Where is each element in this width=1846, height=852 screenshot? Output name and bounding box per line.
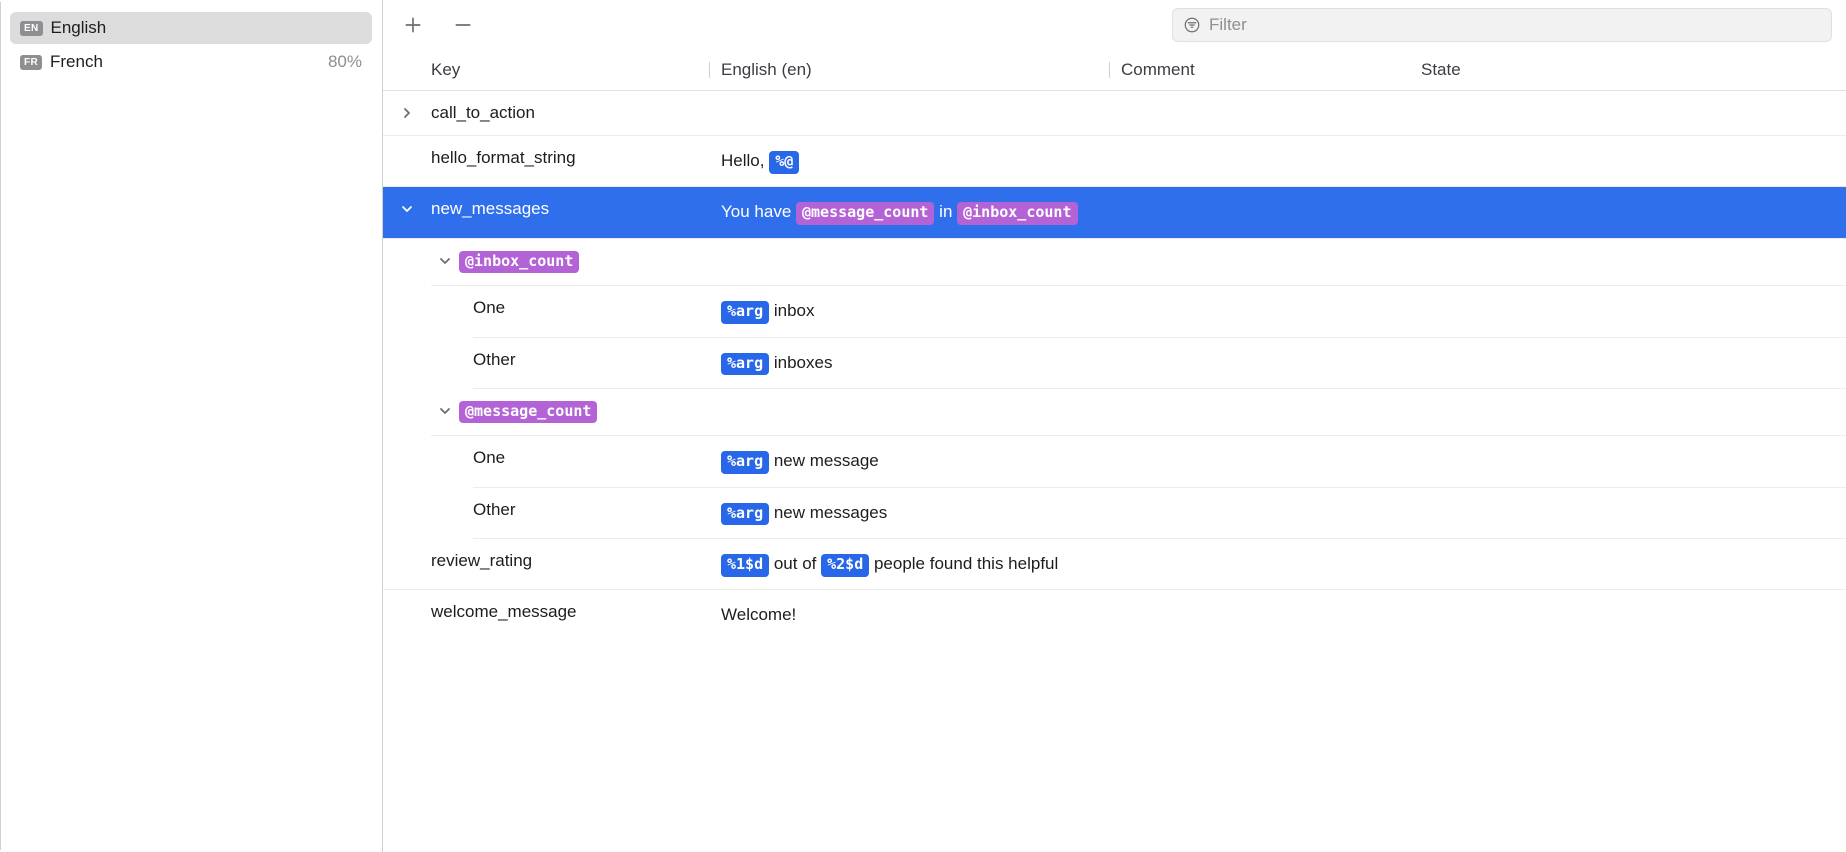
- row-inbox-count-group[interactable]: @inbox_count: [431, 239, 1846, 287]
- row-inbox-one[interactable]: One %arg inbox: [473, 286, 1846, 337]
- col-header-comment[interactable]: Comment: [1109, 60, 1409, 80]
- language-sidebar: EN English FR French 80%: [0, 0, 383, 852]
- key-cell: One: [473, 298, 709, 318]
- row-welcome-message[interactable]: welcome_message Welcome!: [383, 590, 1846, 640]
- variable-token: @message_count: [796, 202, 934, 225]
- chevron-down-icon: [439, 405, 451, 417]
- format-token: %2$d: [821, 554, 869, 577]
- filter-icon: [1183, 16, 1201, 34]
- lang-name: English: [51, 18, 363, 38]
- format-token: %arg: [721, 451, 769, 474]
- format-token: %@: [769, 151, 799, 174]
- value-cell: %arg inbox: [709, 298, 1109, 324]
- col-header-key[interactable]: Key: [431, 60, 709, 80]
- variable-token: @inbox_count: [957, 202, 1077, 225]
- plus-icon: [403, 15, 423, 35]
- col-header-english[interactable]: English (en): [709, 60, 1109, 80]
- chevron-down-icon: [401, 203, 413, 215]
- filter-box[interactable]: [1172, 8, 1832, 42]
- value-cell: %1$d out of %2$d people found this helpf…: [709, 551, 1109, 577]
- value-cell: %arg new message: [709, 448, 1109, 474]
- lang-badge: EN: [20, 21, 43, 36]
- row-hello-format-string[interactable]: hello_format_string Hello, %@: [383, 136, 1846, 187]
- main-panel: Key English (en) Comment State call_to_a…: [383, 0, 1846, 852]
- key-cell: One: [473, 448, 709, 468]
- minus-icon: [453, 15, 473, 35]
- row-message-one[interactable]: One %arg new message: [473, 436, 1846, 487]
- value-cell: Welcome!: [709, 602, 1109, 628]
- key-cell: Other: [473, 500, 709, 520]
- row-message-count-group[interactable]: @message_count: [431, 389, 1846, 437]
- lang-progress: 80%: [328, 52, 362, 72]
- col-header-state[interactable]: State: [1409, 60, 1846, 80]
- key-cell: hello_format_string: [431, 148, 709, 168]
- row-review-rating[interactable]: review_rating %1$d out of %2$d people fo…: [383, 539, 1846, 590]
- filter-input[interactable]: [1209, 15, 1821, 35]
- key-cell: call_to_action: [431, 103, 709, 123]
- chevron-down-icon: [439, 255, 451, 267]
- lang-name: French: [50, 52, 328, 72]
- column-headers: Key English (en) Comment State: [383, 50, 1846, 91]
- strings-table: call_to_action hello_format_string Hello…: [383, 91, 1846, 852]
- language-item-english[interactable]: EN English: [10, 12, 372, 44]
- value-cell: %arg new messages: [709, 500, 1109, 526]
- value-cell: Hello, %@: [709, 148, 1109, 174]
- key-cell: Other: [473, 350, 709, 370]
- chevron-right-icon: [401, 107, 413, 119]
- variable-token: @inbox_count: [459, 251, 579, 274]
- toolbar: [383, 0, 1846, 50]
- format-token: %arg: [721, 353, 769, 376]
- row-new-messages[interactable]: new_messages You have @message_count in …: [383, 187, 1846, 238]
- variable-token: @message_count: [459, 401, 597, 424]
- value-cell: You have @message_count in @inbox_count: [709, 199, 1109, 225]
- key-cell: @inbox_count: [459, 251, 709, 274]
- row-call-to-action[interactable]: call_to_action: [383, 91, 1846, 136]
- language-item-french[interactable]: FR French 80%: [10, 46, 372, 78]
- format-token: %arg: [721, 301, 769, 324]
- remove-button[interactable]: [447, 9, 479, 41]
- row-inbox-other[interactable]: Other %arg inboxes: [473, 338, 1846, 389]
- value-cell: %arg inboxes: [709, 350, 1109, 376]
- key-cell: @message_count: [459, 401, 709, 424]
- add-button[interactable]: [397, 9, 429, 41]
- format-token: %1$d: [721, 554, 769, 577]
- key-cell: new_messages: [431, 199, 709, 219]
- lang-badge: FR: [20, 55, 42, 70]
- format-token: %arg: [721, 503, 769, 526]
- key-cell: review_rating: [431, 551, 709, 571]
- key-cell: welcome_message: [431, 602, 709, 622]
- row-message-other[interactable]: Other %arg new messages: [473, 488, 1846, 539]
